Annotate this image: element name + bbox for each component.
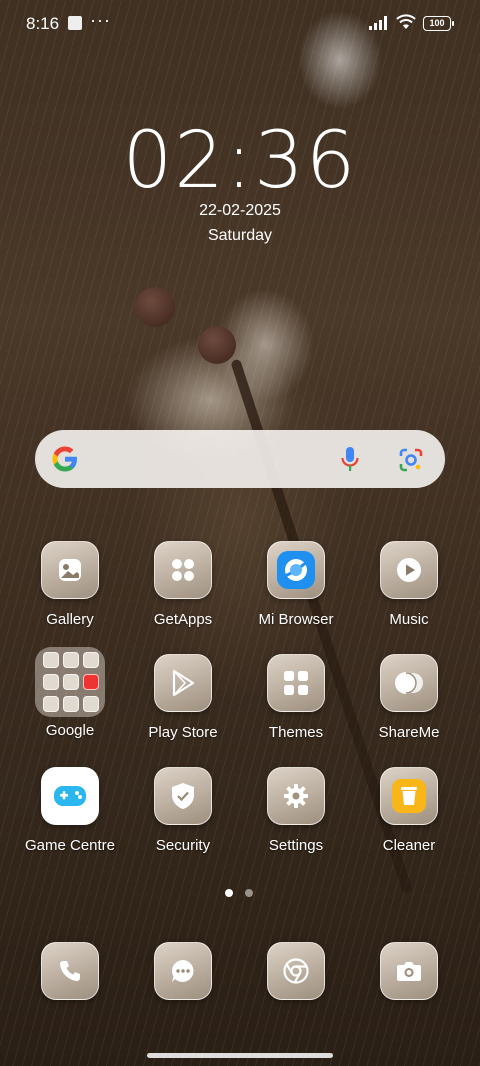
mic-icon[interactable] (340, 446, 360, 474)
app-shareme[interactable]: ShareMe (354, 654, 464, 741)
dock-messages[interactable] (128, 942, 238, 1000)
app-label: Settings (268, 837, 324, 854)
game-centre-icon (41, 767, 99, 825)
clock-widget-time[interactable]: 02:36 (0, 116, 480, 206)
app-label: Play Store (148, 724, 218, 741)
app-label: Cleaner (382, 837, 436, 854)
app-label: ShareMe (378, 724, 440, 741)
app-label: Music (389, 611, 429, 628)
messages-icon (154, 942, 212, 1000)
app-label: Security (155, 837, 211, 854)
page-dot[interactable] (245, 889, 253, 897)
wallpaper-bud (135, 287, 175, 327)
security-shield-icon (154, 767, 212, 825)
status-bar: 8:16 ··· 100 (0, 0, 480, 46)
folder-google[interactable]: Google (15, 647, 125, 739)
app-label: Mi Browser (258, 611, 334, 628)
camera-icon (380, 942, 438, 1000)
settings-gear-icon (267, 767, 325, 825)
app-music[interactable]: Music (354, 541, 464, 628)
app-themes[interactable]: Themes (241, 654, 351, 741)
app-settings[interactable]: Settings (241, 767, 351, 854)
phone-icon (41, 942, 99, 1000)
app-play-store[interactable]: Play Store (128, 654, 238, 741)
more-notifications-icon: ··· (90, 10, 111, 30)
gesture-home-bar[interactable] (147, 1053, 333, 1058)
app-label: GetApps (153, 611, 213, 628)
wallpaper-bud (198, 326, 236, 364)
app-gallery[interactable]: Gallery (15, 541, 125, 628)
app-getapps[interactable]: GetApps (128, 541, 238, 628)
clock-widget-date: 22-02-2025 (199, 202, 281, 219)
mi-browser-icon (267, 541, 325, 599)
signal-icon (369, 16, 387, 30)
notification-icon (68, 16, 82, 30)
themes-icon (267, 654, 325, 712)
app-label: Google (45, 722, 95, 739)
app-label: Themes (268, 724, 324, 741)
page-indicator (225, 884, 265, 902)
app-security[interactable]: Security (128, 767, 238, 854)
music-icon (380, 541, 438, 599)
google-g-icon (52, 446, 77, 472)
app-cleaner[interactable]: Cleaner (354, 767, 464, 854)
app-label: Gallery (46, 611, 94, 628)
app-mi-browser[interactable]: Mi Browser (241, 541, 351, 628)
shareme-icon (380, 654, 438, 712)
google-search-bar[interactable] (35, 430, 445, 488)
clock-widget-day: Saturday (207, 227, 273, 244)
status-time: 8:16 (26, 14, 60, 33)
cleaner-bin-icon (380, 767, 438, 825)
dock-phone[interactable] (15, 942, 125, 1000)
play-store-icon (154, 654, 212, 712)
app-label: Game Centre (24, 837, 116, 854)
page-dot-active[interactable] (225, 889, 233, 897)
folder-icon (35, 647, 105, 717)
dock-camera[interactable] (354, 942, 464, 1000)
battery-icon: 100 (423, 16, 454, 31)
app-game-centre[interactable]: Game Centre (15, 767, 125, 854)
google-lens-icon[interactable] (398, 447, 424, 473)
dock-chrome[interactable] (241, 942, 351, 1000)
gallery-icon (41, 541, 99, 599)
chrome-icon (267, 942, 325, 1000)
getapps-icon (154, 541, 212, 599)
wifi-icon (396, 14, 416, 29)
